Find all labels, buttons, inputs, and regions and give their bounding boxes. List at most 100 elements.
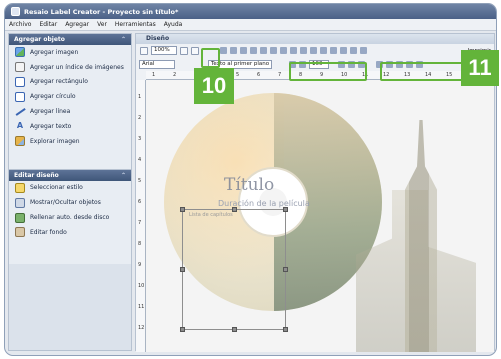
callout-11: 11	[461, 50, 499, 86]
send-back-icon[interactable]	[330, 47, 337, 54]
circle-icon	[15, 91, 25, 102]
selection-hint-text: Lista de capítulos	[189, 212, 233, 218]
sidebar-item-add-line[interactable]: Agregar línea	[9, 104, 131, 119]
image-icon	[15, 47, 25, 58]
sidebar-item-label: Agregar un índice de imágenes	[30, 63, 124, 71]
sidebar-item-autofill[interactable]: Rellenar auto. desde disco	[9, 210, 131, 225]
show-hide-icon	[15, 197, 25, 208]
zoom-fit-button[interactable]	[191, 46, 199, 55]
highlight-arrange-button	[201, 48, 220, 68]
label-canvas[interactable]: Título Duración de la película Lista de …	[146, 80, 494, 352]
sidebar-item-add-rectangle[interactable]: Agregar rectángulo	[9, 75, 131, 90]
sidebar-item-edit-background[interactable]: Editar fondo	[9, 225, 131, 240]
ruler-number: 5	[236, 72, 240, 78]
align-top-icon[interactable]	[260, 47, 267, 54]
sidebar-item-add-text[interactable]: A Agregar texto	[9, 119, 131, 134]
ruler-number: 2	[173, 72, 177, 78]
sidebar-item-explore-image[interactable]: Explorar imagen	[9, 134, 131, 149]
sidebar-item-label: Editar fondo	[30, 228, 67, 236]
ungroup-icon[interactable]	[310, 47, 317, 54]
ruler-number: 1	[152, 72, 156, 78]
menu-agregar[interactable]: Agregar	[65, 21, 89, 28]
sidebar-item-label: Agregar texto	[30, 122, 72, 130]
menu-herramientas[interactable]: Herramientas	[115, 21, 156, 28]
font-select[interactable]: Arial	[139, 59, 175, 69]
ruler-number: 7	[138, 220, 142, 226]
resize-handle-top-middle[interactable]	[232, 207, 237, 212]
window-title: Resaio Label Creator - Proyecto sin títu…	[24, 7, 179, 16]
sidebar-item-add-image[interactable]: Agregar imagen	[9, 45, 131, 60]
menu-editar[interactable]: Editar	[39, 21, 57, 28]
text-icon: A	[16, 121, 24, 131]
tab-design[interactable]: Diseño	[136, 34, 494, 44]
arrange-icon[interactable]	[220, 47, 227, 54]
autofill-icon	[15, 212, 25, 223]
ruler-number: 9	[138, 262, 142, 268]
collapse-icon[interactable]: ⌃	[121, 172, 126, 179]
background-icon	[15, 227, 25, 238]
panel-header-add-object[interactable]: Agregar objeto ⌃	[9, 34, 131, 45]
ruler-number: 8	[138, 241, 142, 247]
vertical-ruler: 1 2 3 4 5 6 7 8 9 10 11 12	[136, 80, 146, 352]
sidebar-item-label: Rellenar auto. desde disco	[30, 214, 110, 222]
zoom-in-button[interactable]	[180, 46, 188, 55]
image-index-icon	[15, 62, 25, 73]
ruler-number: 10	[138, 283, 145, 289]
selected-text-box[interactable]: Lista de capítulos	[180, 207, 288, 332]
bring-front-icon[interactable]	[320, 47, 327, 54]
sidebar-item-label: Agregar rectángulo	[30, 78, 88, 86]
ruler-number: 6	[138, 199, 142, 205]
zoom-out-button[interactable]	[140, 46, 148, 55]
lock-icon[interactable]	[340, 47, 347, 54]
zoom-select[interactable]: 100%	[151, 46, 177, 55]
sidebar-empty-area	[9, 264, 131, 350]
resize-handle-bottom-left[interactable]	[180, 327, 185, 332]
toolbar-main: 100% Imprimir	[136, 44, 494, 57]
align-center-icon[interactable]	[240, 47, 247, 54]
resize-handle-middle-left[interactable]	[180, 267, 185, 272]
print-icon[interactable]	[360, 47, 367, 54]
rectangle-icon	[15, 76, 25, 87]
title-bar: Resaio Label Creator - Proyecto sin títu…	[5, 4, 496, 19]
align-bottom-icon[interactable]	[280, 47, 287, 54]
ruler-number: 5	[138, 178, 142, 184]
label-title-text[interactable]: Título	[224, 175, 274, 195]
sidebar-item-label: Seleccionar estilo	[30, 184, 83, 192]
sidebar-item-label: Agregar imagen	[30, 48, 79, 56]
ruler-number: 3	[138, 136, 142, 142]
app-window: Resaio Label Creator - Proyecto sin títu…	[4, 3, 497, 356]
rotate-icon[interactable]	[350, 47, 357, 54]
sidebar-item-add-circle[interactable]: Agregar círculo	[9, 89, 131, 104]
menu-ayuda[interactable]: Ayuda	[164, 21, 183, 28]
resize-handle-middle-right[interactable]	[283, 267, 288, 272]
sidebar-item-label: Agregar línea	[30, 108, 71, 116]
ruler-number: 1	[138, 94, 142, 100]
menu-archivo[interactable]: Archivo	[9, 21, 31, 28]
align-right-icon[interactable]	[250, 47, 257, 54]
app-icon	[11, 7, 20, 16]
sidebar-item-label: Mostrar/Ocultar objetos	[30, 199, 101, 207]
resize-handle-bottom-right[interactable]	[283, 327, 288, 332]
ruler-number: 7	[278, 72, 282, 78]
panel-title: Agregar objeto	[14, 36, 65, 43]
panel-header-edit-design[interactable]: Editar diseño ⌃	[9, 169, 131, 181]
group-icon[interactable]	[300, 47, 307, 54]
resize-handle-bottom-middle[interactable]	[232, 327, 237, 332]
ruler-number: 12	[138, 325, 145, 331]
menu-ver[interactable]: Ver	[97, 21, 107, 28]
style-icon	[15, 182, 25, 193]
sidebar-item-show-hide[interactable]: Mostrar/Ocultar objetos	[9, 195, 131, 210]
resize-handle-top-right[interactable]	[283, 207, 288, 212]
menu-bar: Archivo Editar Agregar Ver Herramientas …	[5, 19, 496, 31]
highlight-format-toolbar	[289, 62, 367, 81]
ruler-number: 4	[138, 157, 142, 163]
collapse-icon[interactable]: ⌃	[121, 36, 126, 43]
align-middle-icon[interactable]	[270, 47, 277, 54]
distribute-icon[interactable]	[290, 47, 297, 54]
align-left-icon[interactable]	[230, 47, 237, 54]
resize-handle-top-left[interactable]	[180, 207, 185, 212]
sidebar-item-select-style[interactable]: Seleccionar estilo	[9, 181, 131, 196]
callout-10: 10	[194, 68, 234, 104]
sidebar-item-label: Agregar círculo	[30, 93, 76, 101]
sidebar-item-add-image-index[interactable]: Agregar un índice de imágenes	[9, 60, 131, 75]
